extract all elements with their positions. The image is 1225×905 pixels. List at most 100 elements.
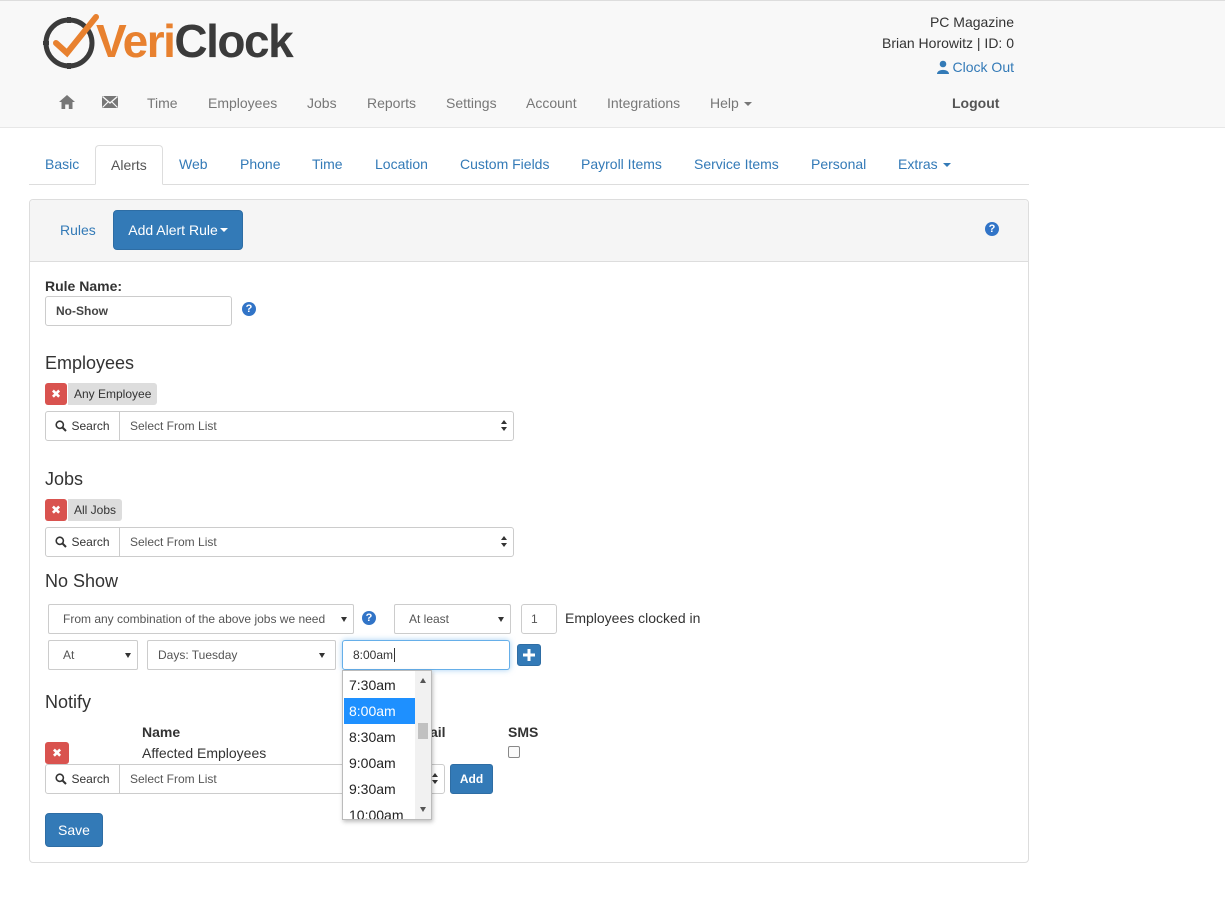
column-name: Name [142, 724, 181, 740]
noshow-heading: No Show [45, 571, 119, 591]
remove-icon[interactable]: ✖ [45, 383, 67, 405]
scroll-thumb[interactable] [418, 723, 428, 739]
panel-heading: Rules Add Alert Rule ? [30, 200, 1028, 262]
time-option-selected[interactable]: 8:00am [344, 698, 416, 724]
clocked-in-text: Employees clocked in [565, 610, 701, 626]
tab-basic[interactable]: Basic [45, 145, 79, 185]
nav-employees[interactable]: Employees [208, 94, 277, 112]
select-placeholder: Select From List [130, 419, 217, 433]
updown-arrows-icon [501, 536, 507, 548]
account-company: PC Magazine [929, 14, 1014, 30]
tab-extras[interactable]: Extras [898, 145, 951, 185]
jobs-heading: Jobs [45, 469, 84, 489]
time-option[interactable]: 10:00am [344, 802, 416, 819]
notify-row-name: Affected Employees [142, 745, 267, 761]
nav-help[interactable]: Help [710, 94, 752, 112]
at-select[interactable]: At [48, 640, 138, 670]
rule-name-input[interactable]: No-Show [45, 296, 232, 326]
jobs-search-button[interactable]: Search [46, 528, 120, 556]
home-icon[interactable] [59, 95, 75, 109]
account-user: Brian Horowitz | ID: 0 [881, 35, 1014, 51]
time-input[interactable]: 8:00am [342, 640, 510, 670]
envelope-icon[interactable] [102, 96, 118, 108]
add-alert-rule-label: Add Alert Rule [128, 222, 218, 238]
help-icon[interactable]: ? [242, 302, 256, 316]
nav-help-label: Help [710, 95, 739, 111]
time-input-value: 8:00am [353, 648, 394, 662]
notify-search-button[interactable]: Search [46, 765, 120, 793]
remove-icon[interactable]: ✖ [45, 742, 69, 764]
employees-chip: Any Employee [68, 383, 157, 405]
time-option[interactable]: 9:30am [344, 776, 416, 802]
text-cursor [394, 648, 396, 662]
combination-select-value: From any combination of the above jobs w… [63, 612, 326, 626]
nav-settings[interactable]: Settings [446, 94, 497, 112]
time-dropdown-list: 7:30am 8:00am 8:30am 9:00am 9:30am 10:00… [342, 670, 432, 820]
jobs-search-group: Search Select From List [45, 527, 514, 557]
time-option[interactable]: 7:30am [344, 672, 416, 698]
tab-location[interactable]: Location [375, 145, 428, 185]
jobs-chip: All Jobs [68, 499, 122, 521]
dropdown-scrollbar[interactable] [415, 671, 431, 819]
rule-name-label: Rule Name: [45, 278, 123, 294]
time-option[interactable]: 8:30am [344, 724, 416, 750]
logo-wordmark[interactable]: VeriClock [96, 13, 294, 69]
add-alert-rule-button[interactable]: Add Alert Rule [113, 210, 243, 250]
chevron-down-icon [942, 163, 951, 168]
tab-service-items[interactable]: Service Items [694, 145, 779, 185]
tab-personal[interactable]: Personal [811, 145, 866, 185]
time-option[interactable]: 9:00am [344, 750, 416, 776]
clock-out-label: Clock Out [952, 59, 1014, 75]
atleast-select[interactable]: At least [394, 604, 511, 634]
add-notify-button[interactable]: Add [450, 764, 493, 794]
employees-select[interactable]: Select From List [120, 412, 513, 440]
employees-heading: Employees [45, 353, 135, 373]
rules-link[interactable]: Rules [60, 222, 96, 238]
nav-jobs[interactable]: Jobs [307, 94, 337, 112]
scroll-up-icon[interactable] [420, 678, 426, 683]
search-label: Search [71, 535, 110, 549]
employee-count-input[interactable]: 1 [521, 604, 557, 634]
chevron-down-icon [219, 228, 228, 232]
nav-reports[interactable]: Reports [367, 94, 416, 112]
jobs-select[interactable]: Select From List [120, 528, 513, 556]
atleast-select-value: At least [409, 612, 450, 626]
updown-arrows-icon [501, 420, 507, 432]
tab-alerts[interactable]: Alerts [95, 145, 163, 185]
help-icon[interactable]: ? [362, 611, 376, 625]
column-sms: SMS [508, 724, 539, 740]
search-icon [55, 773, 68, 785]
nav-time[interactable]: Time [147, 94, 178, 112]
days-select-value: Days: Tuesday [158, 648, 238, 662]
chevron-down-icon [341, 617, 347, 622]
top-header: VeriClock PC Magazine Brian Horowitz | I… [0, 0, 1225, 128]
logo-clock: Clock [174, 15, 293, 67]
clock-out-link[interactable]: Clock Out [936, 59, 1014, 75]
search-icon [55, 536, 68, 548]
employees-search-button[interactable]: Search [46, 412, 120, 440]
save-button[interactable]: Save [45, 813, 103, 847]
days-select[interactable]: Days: Tuesday [147, 640, 336, 670]
add-time-button[interactable] [517, 644, 541, 666]
logout-link[interactable]: Logout [952, 94, 999, 112]
employees-search-group: Search Select From List [45, 411, 514, 441]
user-icon [936, 60, 949, 74]
at-select-value: At [63, 648, 75, 662]
scroll-down-icon[interactable] [420, 807, 426, 812]
help-icon[interactable]: ? [985, 222, 999, 236]
remove-icon[interactable]: ✖ [45, 499, 67, 521]
nav-account[interactable]: Account [526, 94, 577, 112]
tab-payroll-items[interactable]: Payroll Items [581, 145, 662, 185]
sms-checkbox[interactable] [508, 746, 520, 758]
tab-time[interactable]: Time [312, 145, 343, 185]
tab-custom-fields[interactable]: Custom Fields [460, 145, 549, 185]
chevron-down-icon [319, 653, 325, 658]
combination-select[interactable]: From any combination of the above jobs w… [48, 604, 354, 634]
tab-phone[interactable]: Phone [240, 145, 280, 185]
notify-heading: Notify [45, 692, 92, 712]
tab-extras-label: Extras [898, 156, 938, 172]
nav-integrations[interactable]: Integrations [607, 94, 680, 112]
search-icon [55, 420, 68, 432]
tab-web[interactable]: Web [179, 145, 208, 185]
search-label: Search [71, 419, 110, 433]
